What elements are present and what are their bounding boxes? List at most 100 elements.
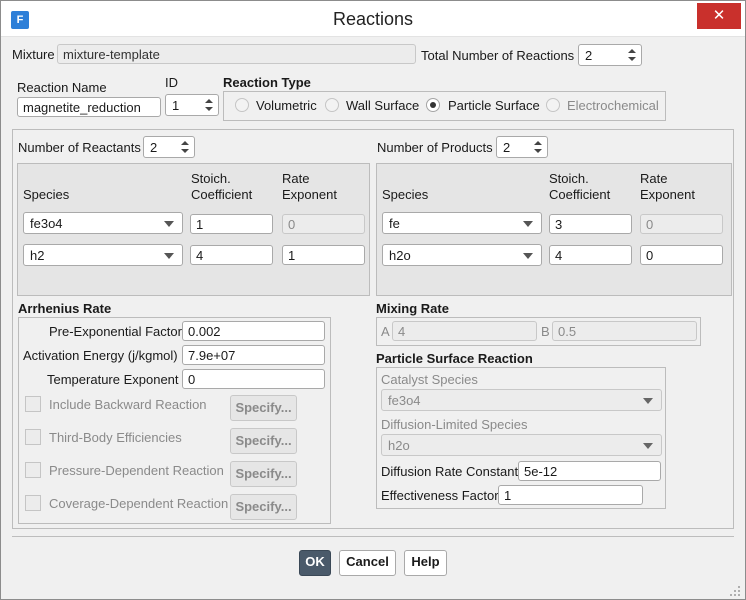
reactant-rate-field[interactable]: 1 (282, 245, 365, 265)
reactant-species-select[interactable]: h2 (23, 244, 183, 266)
reactants-count-label: Number of Reactants (18, 140, 141, 155)
activation-energy-field[interactable]: 7.9e+07 (182, 345, 325, 365)
coverage-specify-button: Specify... (230, 494, 297, 520)
help-button[interactable]: Help (404, 550, 447, 576)
id-label: ID (165, 75, 178, 90)
mixing-a-field: 4 (392, 321, 537, 341)
product-stoich-field[interactable]: 3 (549, 214, 632, 234)
button-separator (12, 536, 734, 537)
products-stoich-header: Stoich. Coefficient (549, 171, 611, 202)
chevron-down-icon (164, 253, 174, 259)
total-reactions-spinner[interactable]: 2 (578, 44, 642, 66)
chevron-down-icon (164, 221, 174, 227)
ok-button[interactable]: OK (299, 550, 331, 576)
product-species-value: fe (389, 216, 400, 231)
product-species-select[interactable]: h2o (382, 244, 542, 266)
radio-wall-surface[interactable] (325, 98, 339, 112)
mixture-field: mixture-template (57, 44, 416, 64)
radio-volumetric-label: Volumetric (256, 98, 317, 113)
reaction-name-label: Reaction Name (17, 80, 107, 95)
product-species-value: h2o (389, 248, 411, 263)
reactant-species-value: h2 (30, 248, 45, 263)
reactant-species-value: fe3o4 (30, 216, 63, 231)
products-species-header: Species (382, 187, 429, 202)
reactants-species-header: Species (23, 187, 70, 202)
mixing-b-field: 0.5 (552, 321, 697, 341)
catalyst-species-value: fe3o4 (388, 393, 421, 408)
radio-electrochemical (546, 98, 560, 112)
pressure-dependent-checkbox (25, 462, 41, 478)
pre-exp-field[interactable]: 0.002 (182, 321, 325, 341)
close-icon: ✕ (712, 7, 726, 24)
temp-exponent-field[interactable]: 0 (182, 369, 325, 389)
product-stoich-field[interactable]: 4 (549, 245, 632, 265)
activation-energy-label: Activation Energy (j/kgmol) (23, 348, 178, 363)
spinner-arrows-icon[interactable] (180, 139, 190, 155)
third-body-specify-button: Specify... (230, 428, 297, 454)
reactant-species-select[interactable]: fe3o4 (23, 212, 183, 234)
radio-particle-surface-label: Particle Surface (448, 98, 540, 113)
chevron-down-icon (523, 221, 533, 227)
radio-particle-surface[interactable] (426, 98, 440, 112)
reaction-type-label: Reaction Type (223, 75, 311, 90)
product-species-select[interactable]: fe (382, 212, 542, 234)
coverage-dependent-label: Coverage-Dependent Reaction (49, 496, 229, 511)
mixing-a-label: A (381, 324, 390, 339)
chevron-down-icon (643, 443, 653, 449)
radio-electrochemical-label: Electrochemical (567, 98, 659, 113)
id-spinner[interactable]: 1 (165, 94, 219, 116)
close-button[interactable]: ✕ (697, 3, 741, 29)
third-body-checkbox (25, 429, 41, 445)
products-count-label: Number of Products (377, 140, 493, 155)
reactant-stoich-field[interactable]: 4 (190, 245, 273, 265)
backward-specify-button: Specify... (230, 395, 297, 421)
pressure-dependent-label: Pressure-Dependent Reaction (49, 463, 224, 478)
reactants-count-spinner[interactable]: 2 (143, 136, 195, 158)
mixture-label: Mixture (12, 47, 55, 62)
diffusion-rate-label: Diffusion Rate Constant (381, 464, 519, 479)
pressure-specify-button: Specify... (230, 461, 297, 487)
reactants-count-value: 2 (150, 140, 158, 155)
effectiveness-label: Effectiveness Factor (381, 488, 499, 503)
products-count-value: 2 (503, 140, 511, 155)
spinner-arrows-icon[interactable] (204, 97, 214, 113)
effectiveness-field[interactable]: 1 (498, 485, 643, 505)
reactions-dialog: F Reactions ✕ Mixture mixture-template T… (0, 0, 746, 600)
dialog-title: Reactions (332, 9, 414, 29)
chevron-down-icon (643, 398, 653, 404)
reactants-rate-header: Rate Exponent (282, 171, 337, 202)
diffusion-species-label: Diffusion-Limited Species (381, 417, 528, 432)
reactant-rate-field: 0 (282, 214, 365, 234)
pre-exp-label: Pre-Exponential Factor (49, 324, 182, 339)
chevron-down-icon (523, 253, 533, 259)
products-rate-header: Rate Exponent (640, 171, 695, 202)
reactants-stoich-header: Stoich. Coefficient (191, 171, 253, 202)
temp-exponent-label: Temperature Exponent (47, 372, 179, 387)
coverage-dependent-checkbox (25, 495, 41, 511)
backward-reaction-label: Include Backward Reaction (49, 397, 207, 412)
spinner-arrows-icon[interactable] (627, 47, 637, 63)
product-rate-field[interactable]: 0 (640, 245, 723, 265)
particle-surface-label: Particle Surface Reaction (376, 351, 533, 366)
diffusion-species-value: h2o (388, 438, 410, 453)
mixing-b-label: B (541, 324, 550, 339)
third-body-label: Third-Body Efficiencies (49, 430, 182, 445)
title-bar: F Reactions ✕ (1, 1, 745, 37)
total-reactions-label: Total Number of Reactions (421, 48, 575, 63)
radio-volumetric[interactable] (235, 98, 249, 112)
reaction-name-field[interactable]: magnetite_reduction (17, 97, 161, 117)
spinner-arrows-icon[interactable] (533, 139, 543, 155)
radio-wall-surface-label: Wall Surface (346, 98, 420, 113)
backward-reaction-checkbox (25, 396, 41, 412)
catalyst-species-label: Catalyst Species (381, 372, 478, 387)
products-count-spinner[interactable]: 2 (496, 136, 548, 158)
id-value: 1 (172, 98, 180, 113)
mixing-rate-label: Mixing Rate (376, 301, 449, 316)
product-rate-field: 0 (640, 214, 723, 234)
diffusion-rate-field[interactable]: 5e-12 (518, 461, 661, 481)
catalyst-species-select: fe3o4 (381, 389, 662, 411)
diffusion-species-select: h2o (381, 434, 662, 456)
reactant-stoich-field[interactable]: 1 (190, 214, 273, 234)
resize-grip-icon[interactable] (729, 585, 741, 597)
cancel-button[interactable]: Cancel (339, 550, 396, 576)
